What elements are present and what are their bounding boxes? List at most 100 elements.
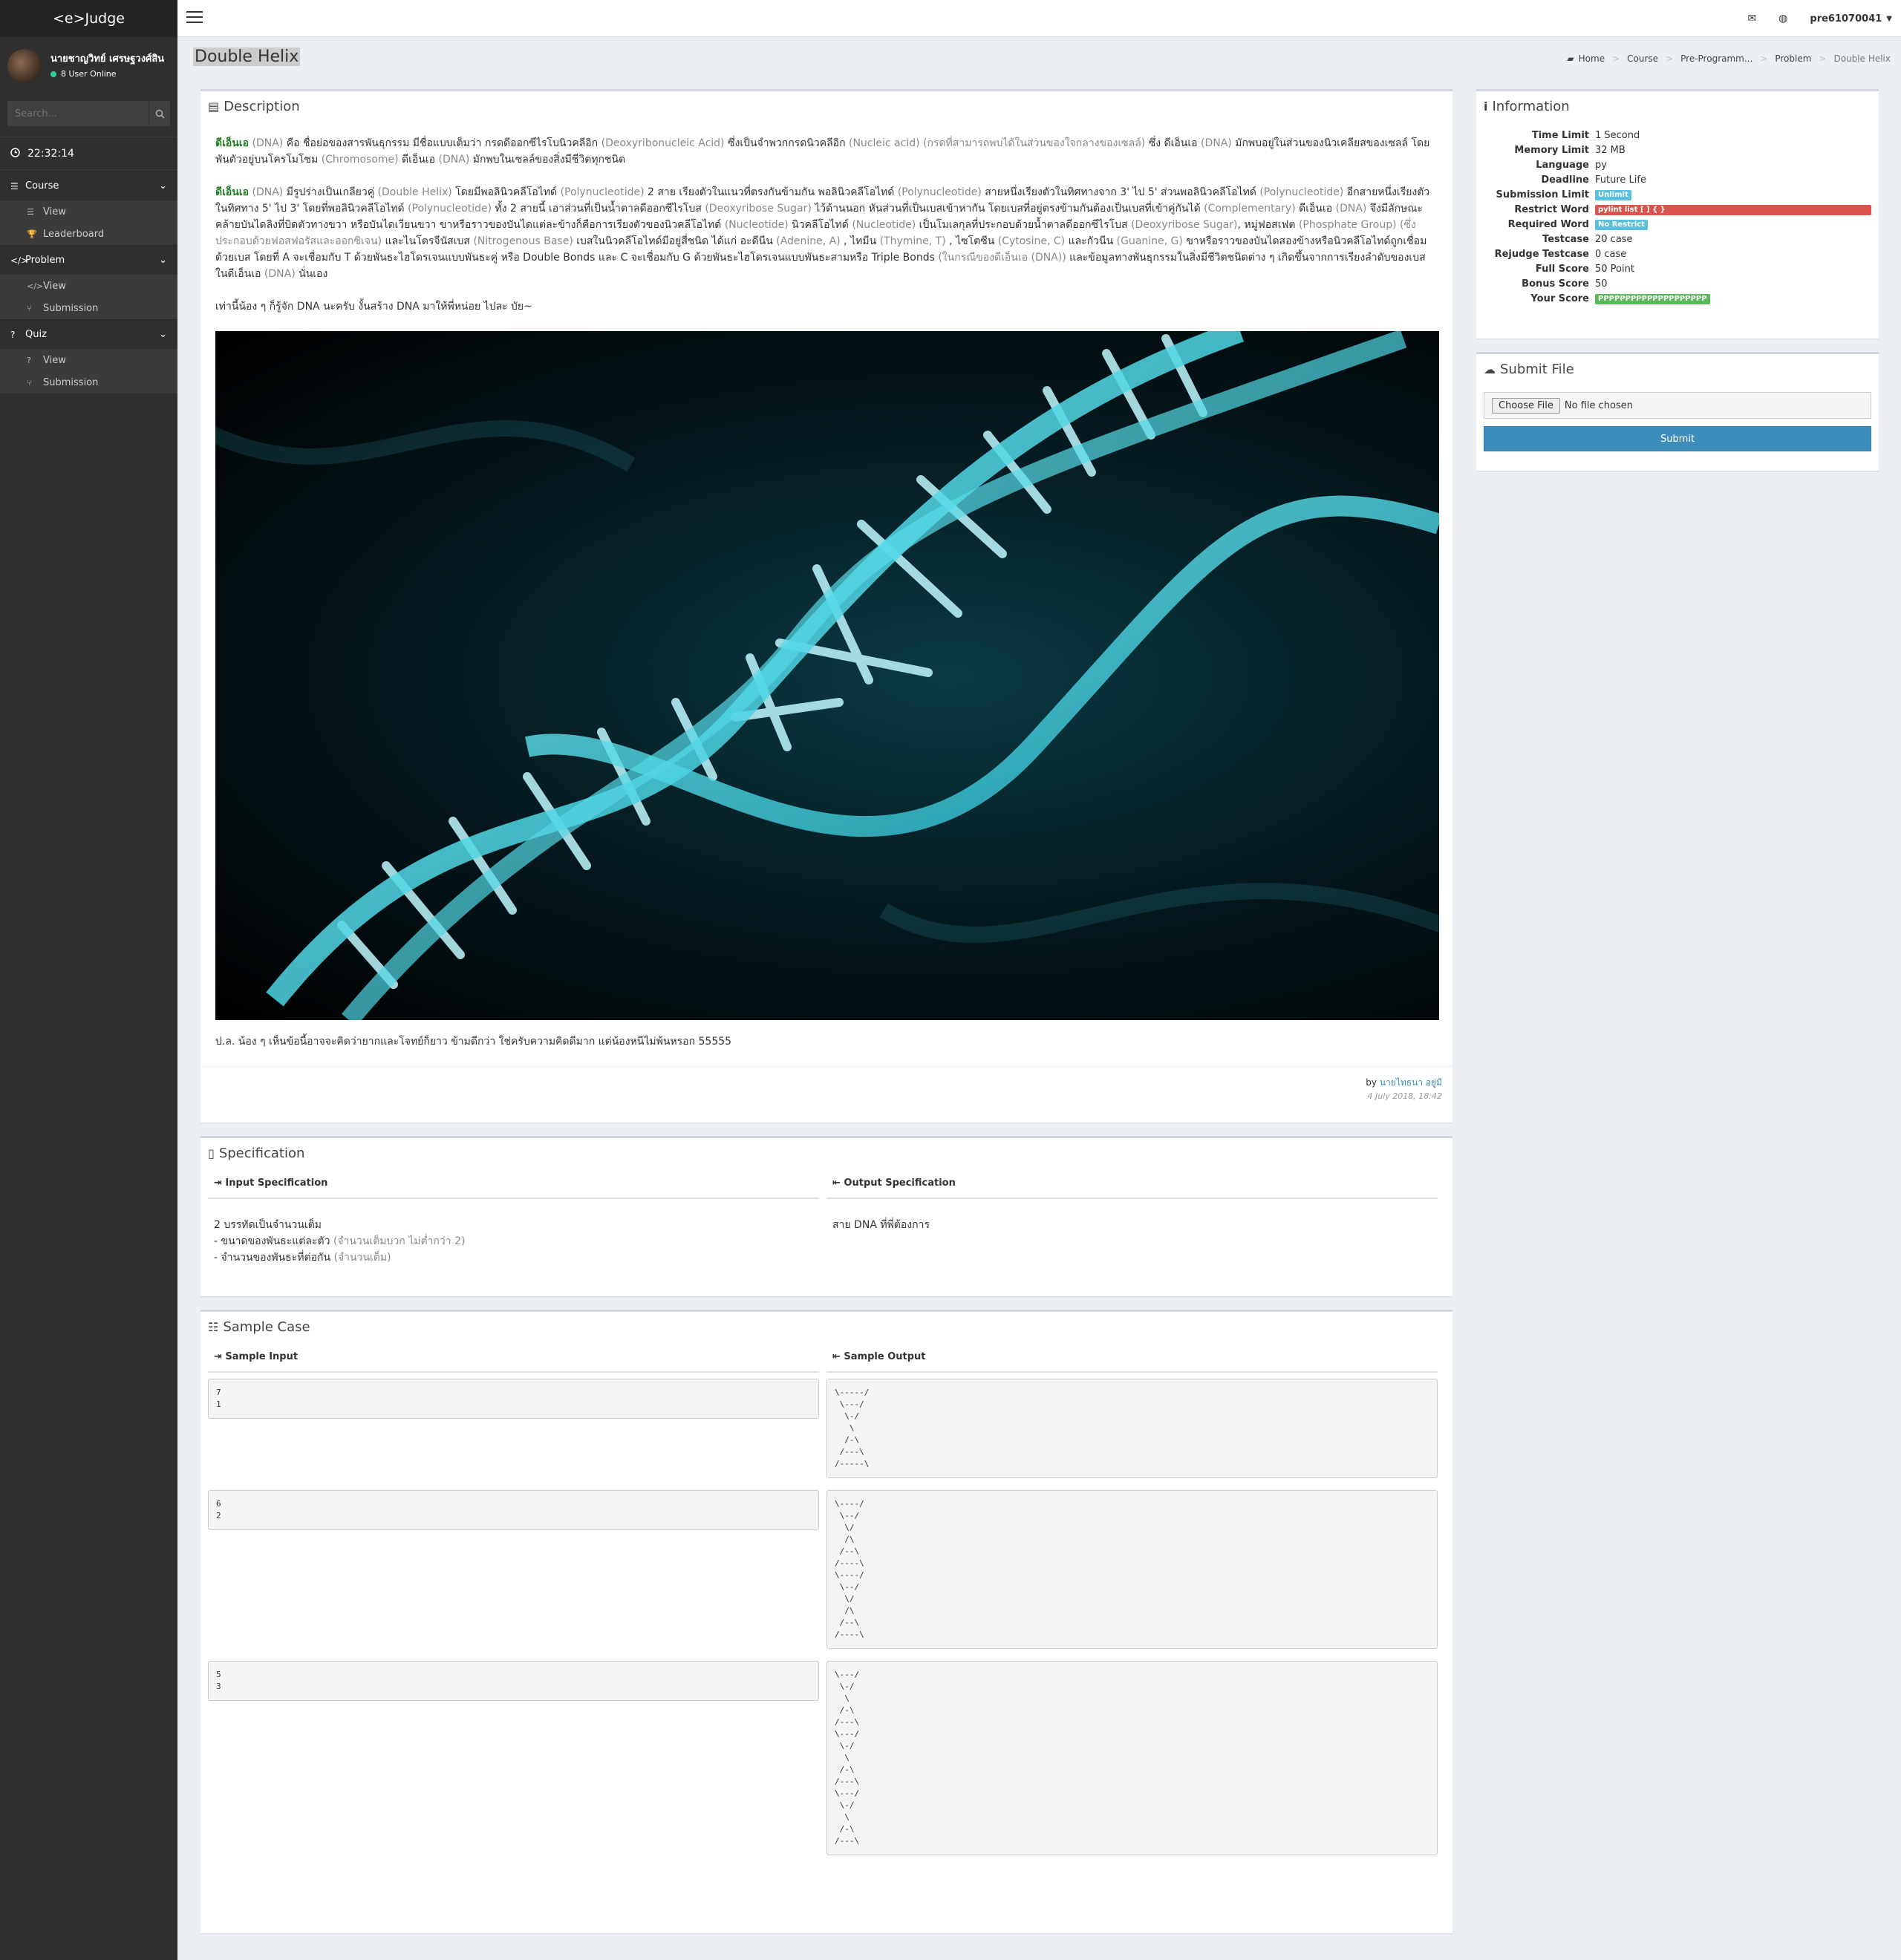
menu-problem: </> Problem ⌄ </> View ⑂ Submission <box>0 245 177 319</box>
mail-icon[interactable]: ✉ <box>1747 13 1756 24</box>
description-text: (Adenine, A) <box>776 235 841 247</box>
description-text: (Polynucleotide) <box>1259 186 1344 198</box>
sidebar-item-problem-submission[interactable]: ⑂ Submission <box>0 297 177 319</box>
sidebar-item-label: Leaderboard <box>43 228 105 240</box>
submit-box: ☁ Submit File Choose File No file chosen… <box>1476 352 1879 471</box>
sample-case-row: 5 3 \---/ \-/ \ /-\ /---\ \---/ \-/ \ /-\… <box>200 1661 1452 1855</box>
description-text: โดยมีพอลินิวคลีโอไทด์ <box>451 186 561 198</box>
description-text: สายหนึ่งเรียงตัวในทิศทางจาก 3' ไป 5' ส่ว… <box>981 186 1260 198</box>
choose-file-button[interactable]: Choose File <box>1492 397 1560 414</box>
sample-case-box: ☷ Sample Case ⇥ Sample Input ⇤ Sample Ou… <box>200 1310 1452 1933</box>
menu-head-problem[interactable]: </> Problem ⌄ <box>0 245 177 275</box>
description-text: (Thymine, T) <box>879 235 946 247</box>
description-text: ซึ่งเป็นจำพวกกรดนิวคลีอิก <box>724 137 849 149</box>
question-icon: ? <box>10 329 16 340</box>
breadcrumb-home[interactable]: Home <box>1579 53 1605 64</box>
menu-head-quiz[interactable]: ? Quiz ⌄ <box>0 319 177 349</box>
input-spec-body: 2 บรรทัดเป็นจำนวนเต็ม - ขนาดของพันธะแต่ละ… <box>208 1199 819 1273</box>
file-input[interactable]: Choose File No file chosen <box>1484 392 1871 419</box>
dna-image <box>215 331 1439 1020</box>
sample-input-code[interactable]: 5 3 <box>208 1661 819 1701</box>
info-value: pylint list [ ] { } <box>1595 203 1871 215</box>
info-value: 20 case <box>1595 233 1633 245</box>
menu-head-course[interactable]: ☰ Course ⌄ <box>0 171 177 200</box>
sample-output-code[interactable]: \-----/ \---/ \-/ \ /-\ /---\ /-----\ <box>826 1379 1438 1478</box>
sidebar-item-leaderboard[interactable]: 🏆 Leaderboard <box>0 223 177 245</box>
sample-input-code[interactable]: 6 2 <box>208 1490 819 1530</box>
description-text: (Nucleic acid) (กรดที่สามารถพบได้ในส่วนข… <box>849 137 1146 149</box>
description-text: (Chromosome) <box>321 154 399 166</box>
info-icon: i <box>1484 99 1488 114</box>
sidebar-item-course-view[interactable]: ☰ View <box>0 200 177 223</box>
branch-icon: ⑂ <box>27 377 32 388</box>
breadcrumb-problem[interactable]: Problem <box>1775 53 1811 64</box>
description-text: 2 สาย เรียงตัวในแนวที่ตรงกันข้ามกัน พอลิ… <box>644 186 898 198</box>
menu-quiz: ? Quiz ⌄ ? View ⑂ Submission <box>0 319 177 393</box>
info-key: Restrict Word <box>1514 203 1589 215</box>
description-text: นิวคลีโอไทด์ <box>788 219 852 231</box>
sidebar-item-quiz-submission[interactable]: ⑂ Submission <box>0 371 177 393</box>
clock: 22:32:14 <box>0 137 177 171</box>
sidebar-item-label: View <box>43 354 66 366</box>
description-text: ดีเอ็นเอ <box>1295 203 1336 215</box>
description-paragraph-2: ดีเอ็นเอ (DNA) มีรูปร่างเป็นเกลียวคู่ (D… <box>215 184 1438 282</box>
chevron-down-icon: ⌄ <box>159 255 167 266</box>
sign-out-icon: ⇤ <box>832 1351 844 1362</box>
description-text: เป็นโมเลกุลที่ประกอบด้วยน้ำตาลดีออกซีไรโ… <box>916 219 1131 231</box>
list-icon: ☰ <box>27 206 34 217</box>
sample-input-head: Sample Input <box>225 1351 299 1362</box>
sign-in-icon: ⇥ <box>214 1177 226 1189</box>
description-text: และไนโตรจีนัสเบส <box>382 235 474 247</box>
sidebar-item-quiz-view[interactable]: ? View <box>0 349 177 371</box>
sample-output-head: Sample Output <box>844 1351 926 1362</box>
author-block: by นายไทธนา อยู่มี 4 July 2018, 18:42 <box>200 1066 1452 1110</box>
description-text: คือ ชื่อย่อของสารพันธุกรรม มีชื่อแบบเต็ม… <box>286 137 601 149</box>
sample-list: 7 1 \-----/ \---/ \-/ \ /-\ /---\ /-----\… <box>200 1379 1452 1855</box>
description-text: , ไซโตซีน <box>945 235 998 247</box>
user-menu[interactable]: pre61070041 <box>1810 13 1882 24</box>
info-row: Memory Limit 32 MB <box>1484 143 1871 157</box>
breadcrumb-course-name[interactable]: Pre-Programm... <box>1680 53 1752 64</box>
info-row: Time Limit 1 Second <box>1484 128 1871 143</box>
search-icon[interactable] <box>149 101 170 126</box>
info-key: Time Limit <box>1531 129 1589 141</box>
caret-down-icon[interactable]: ▼ <box>1886 15 1892 23</box>
submit-title: Submit File <box>1500 362 1574 377</box>
user-online-count: 8 User Online <box>61 69 117 79</box>
sample-input-code[interactable]: 7 1 <box>208 1379 819 1419</box>
sample-case-row: 7 1 \-----/ \---/ \-/ \ /-\ /---\ /-----\ <box>200 1379 1452 1478</box>
online-dot-icon <box>50 71 56 77</box>
info-row: Rejudge Testcase 0 case <box>1484 246 1871 261</box>
description-text: (Polynucleotide) <box>560 186 645 198</box>
sign-out-icon: ⇤ <box>832 1177 844 1189</box>
description-text: (Guanine, G) <box>1116 235 1183 247</box>
output-spec-body: สาย DNA ที่พี่ต้องการ <box>832 1219 930 1231</box>
breadcrumb-course[interactable]: Course <box>1627 53 1658 64</box>
globe-icon[interactable]: ◍ <box>1778 13 1787 24</box>
input-spec-text: - ขนาดของพันธะแต่ละตัว <box>214 1235 333 1247</box>
sample-output-code[interactable]: \---/ \-/ \ /-\ /---\ \---/ \-/ \ /-\ /-… <box>826 1661 1438 1855</box>
search-input[interactable] <box>7 101 149 126</box>
info-row: Restrict Word pylint list [ ] { } <box>1484 202 1871 217</box>
app-logo[interactable]: <e>Judge <box>0 0 177 37</box>
submit-button[interactable]: Submit <box>1484 426 1871 451</box>
description-text: นั่นเอง <box>295 268 328 280</box>
description-text: (Double Helix) <box>377 186 452 198</box>
menu-toggle-icon[interactable] <box>186 11 203 26</box>
description-text: ไว้ด้านนอก หันส่วนที่เป็นเบสเข้าหากัน โด… <box>811 203 1204 215</box>
description-text: (Cytosine, C) <box>997 235 1066 247</box>
info-value: 50 Point <box>1595 263 1634 275</box>
information-table: Time Limit 1 Second Memory Limit 32 MB Langu… <box>1476 122 1879 312</box>
sample-output-code[interactable]: \----/ \--/ \/ /\ /--\ /----\ \----/ \--… <box>826 1490 1438 1649</box>
breadcrumb-separator: > <box>1666 53 1674 64</box>
question-icon: ? <box>27 355 31 365</box>
description-text: (Polynucleotide) <box>897 186 982 198</box>
description-text: (DNA) <box>249 186 287 198</box>
sidebar-item-problem-view[interactable]: </> View <box>0 275 177 297</box>
description-text: (Nucleotide) <box>724 219 789 231</box>
sign-in-icon: ⇥ <box>214 1351 226 1362</box>
list-alt-icon: ▤ <box>208 99 220 114</box>
author-link[interactable]: นายไทธนา อยู่มี <box>1380 1077 1442 1088</box>
info-value: No Restrict <box>1595 218 1871 230</box>
user-name: นายชาญวิทย์ เศรษฐวงศ์สิน <box>50 53 165 65</box>
